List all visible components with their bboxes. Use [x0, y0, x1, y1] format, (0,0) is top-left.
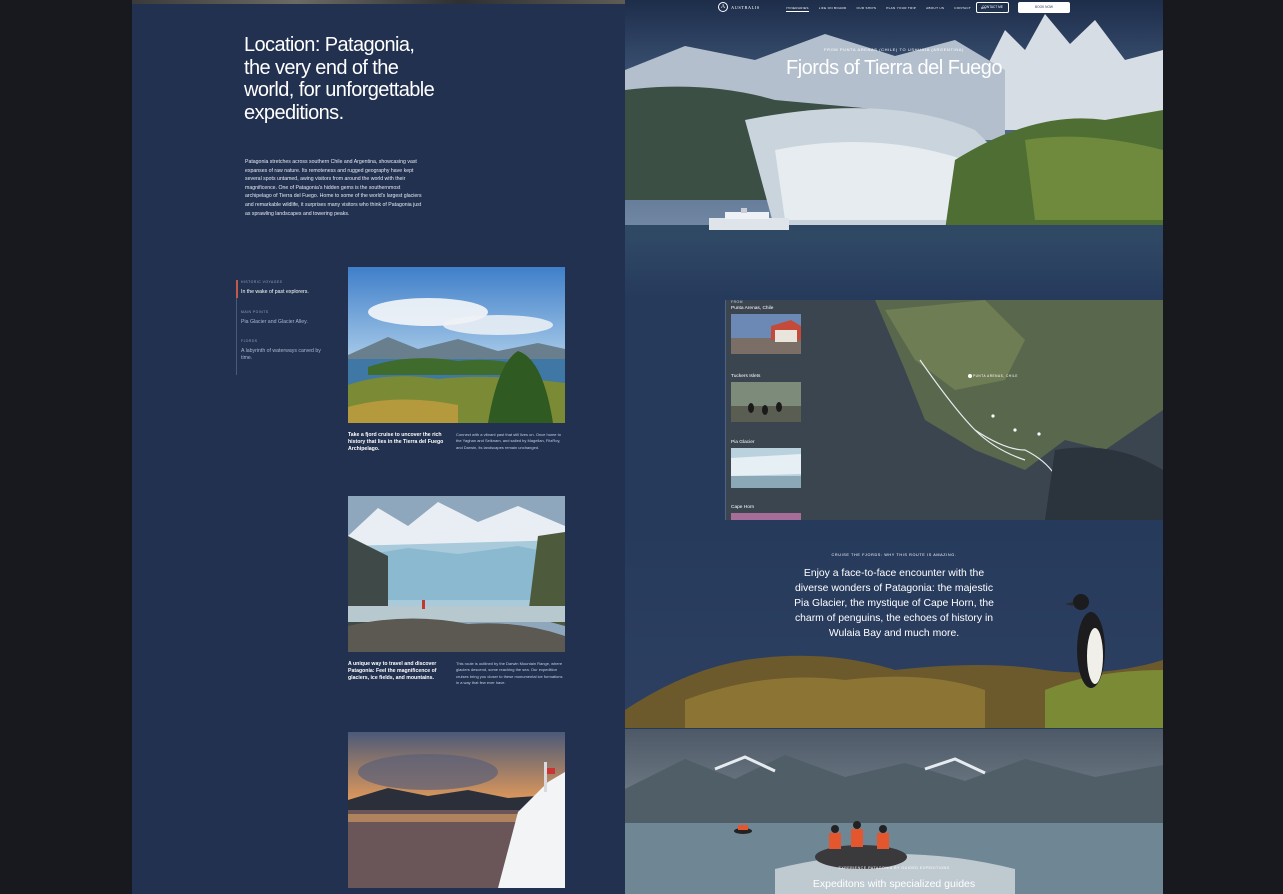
meta-kicker: Fjords [241, 339, 258, 344]
meta-item[interactable]: Fjords A labyrinth of waterways carved b… [241, 339, 333, 361]
story-title: A unique way to travel and discover Pata… [348, 661, 437, 681]
trip-meta-list: Historic voyages In the wake of past exp… [236, 280, 333, 376]
intro-title: Location: Patagonia, the very end of the… [244, 34, 435, 124]
punta-arenas-thumb [731, 314, 801, 354]
meta-item[interactable]: Historic voyages In the wake of past exp… [241, 280, 333, 296]
story-title: Take a fjord cruise to uncover the rich … [348, 432, 444, 452]
right-panel: A AUSTRALIS Itineraries Life on board Ou… [625, 0, 1163, 894]
book-now-button[interactable]: Book now [1018, 2, 1070, 13]
route-section: Punta Arenas, Chile From Punta Arenas, C… [725, 300, 1163, 553]
meta-value: A labyrinth of waterways carved by time. [241, 348, 321, 361]
hero-image [625, 0, 1163, 300]
fjords-section: Cruise the fjords: why this route is ama… [625, 520, 1163, 728]
meta-value: Pia Glacier and Glacier Alley. [241, 318, 308, 325]
intro-body: Patagonia stretches across southern Chil… [245, 159, 422, 217]
nav-links: Itineraries Life on board Our ships Plan… [786, 6, 986, 12]
route-stop[interactable]: Tuckers Islets [731, 372, 803, 422]
meta-item[interactable]: Main points Pia Glacier and Glacier Alle… [241, 310, 333, 326]
story-text: This route is outlined by the Darwin Mou… [456, 661, 563, 686]
stop-name: Punta Arenas, Chile [731, 306, 774, 311]
route-stops: From Punta Arenas, Chile Tuckers Islets … [725, 300, 806, 553]
pia-glacier-thumb [731, 448, 801, 488]
top-nav: A AUSTRALIS Itineraries Life on board Ou… [625, 0, 1163, 16]
nav-our-ships[interactable]: Our ships [857, 6, 877, 12]
meta-kicker: Historic voyages [241, 280, 283, 284]
nav-contact[interactable]: Contact [954, 6, 971, 12]
stop-name: Cape Horn [731, 505, 755, 510]
fjords-kicker: Cruise the fjords: why this route is ama… [831, 553, 957, 557]
stop-name: Pia Glacier [731, 440, 755, 445]
route-stop[interactable]: Pia Glacier [731, 438, 803, 488]
stop-kicker: From [731, 300, 743, 304]
glacier-photo [348, 496, 565, 652]
expeditions-title: Expeditons with specialized guides [812, 878, 976, 890]
logo-text: AUSTRALIS [731, 4, 760, 10]
expeditions-section: Experience Patagonia by guided expeditio… [625, 729, 1163, 894]
sunset-ship-photo [348, 732, 565, 888]
logo[interactable]: A AUSTRALIS [718, 2, 760, 12]
route-stop[interactable]: From Punta Arenas, Chile [731, 300, 803, 354]
hero-title: Fjords of Tierra del Fuego [786, 57, 1003, 79]
meta-kicker: Main points [241, 309, 269, 314]
hero-kicker: From Punta Arenas (Chile) to Ushuaia (Ar… [824, 47, 964, 52]
nav-about-us[interactable]: About us [926, 6, 944, 12]
left-panel: Location: Patagonia, the very end of the… [132, 0, 625, 894]
lake-landscape-photo [348, 267, 565, 423]
fjords-text: Enjoy a face-to-face encounter with the … [794, 568, 994, 639]
meta-value: In the wake of past explorers. [241, 289, 309, 295]
contact-me-button[interactable]: Contact me [976, 2, 1009, 13]
top-image-strip [132, 0, 625, 4]
nav-life-on-board[interactable]: Life on board [819, 6, 847, 12]
logo-mark-icon: A [718, 2, 728, 12]
nav-plan-your-trip[interactable]: Plan your trip [886, 6, 916, 12]
hero-section: A AUSTRALIS Itineraries Life on board Ou… [625, 0, 1163, 300]
stop-name: Tuckers Islets [731, 374, 761, 379]
story-text: Connect with a vibrant past that still l… [456, 432, 561, 450]
active-marker [236, 280, 238, 298]
tuckers-islets-thumb [731, 382, 801, 422]
expeditions-kicker: Experience Patagonia by guided expeditio… [838, 866, 950, 870]
map-label: Punta Arenas, Chile [973, 374, 1018, 378]
nav-itineraries[interactable]: Itineraries [786, 6, 809, 12]
